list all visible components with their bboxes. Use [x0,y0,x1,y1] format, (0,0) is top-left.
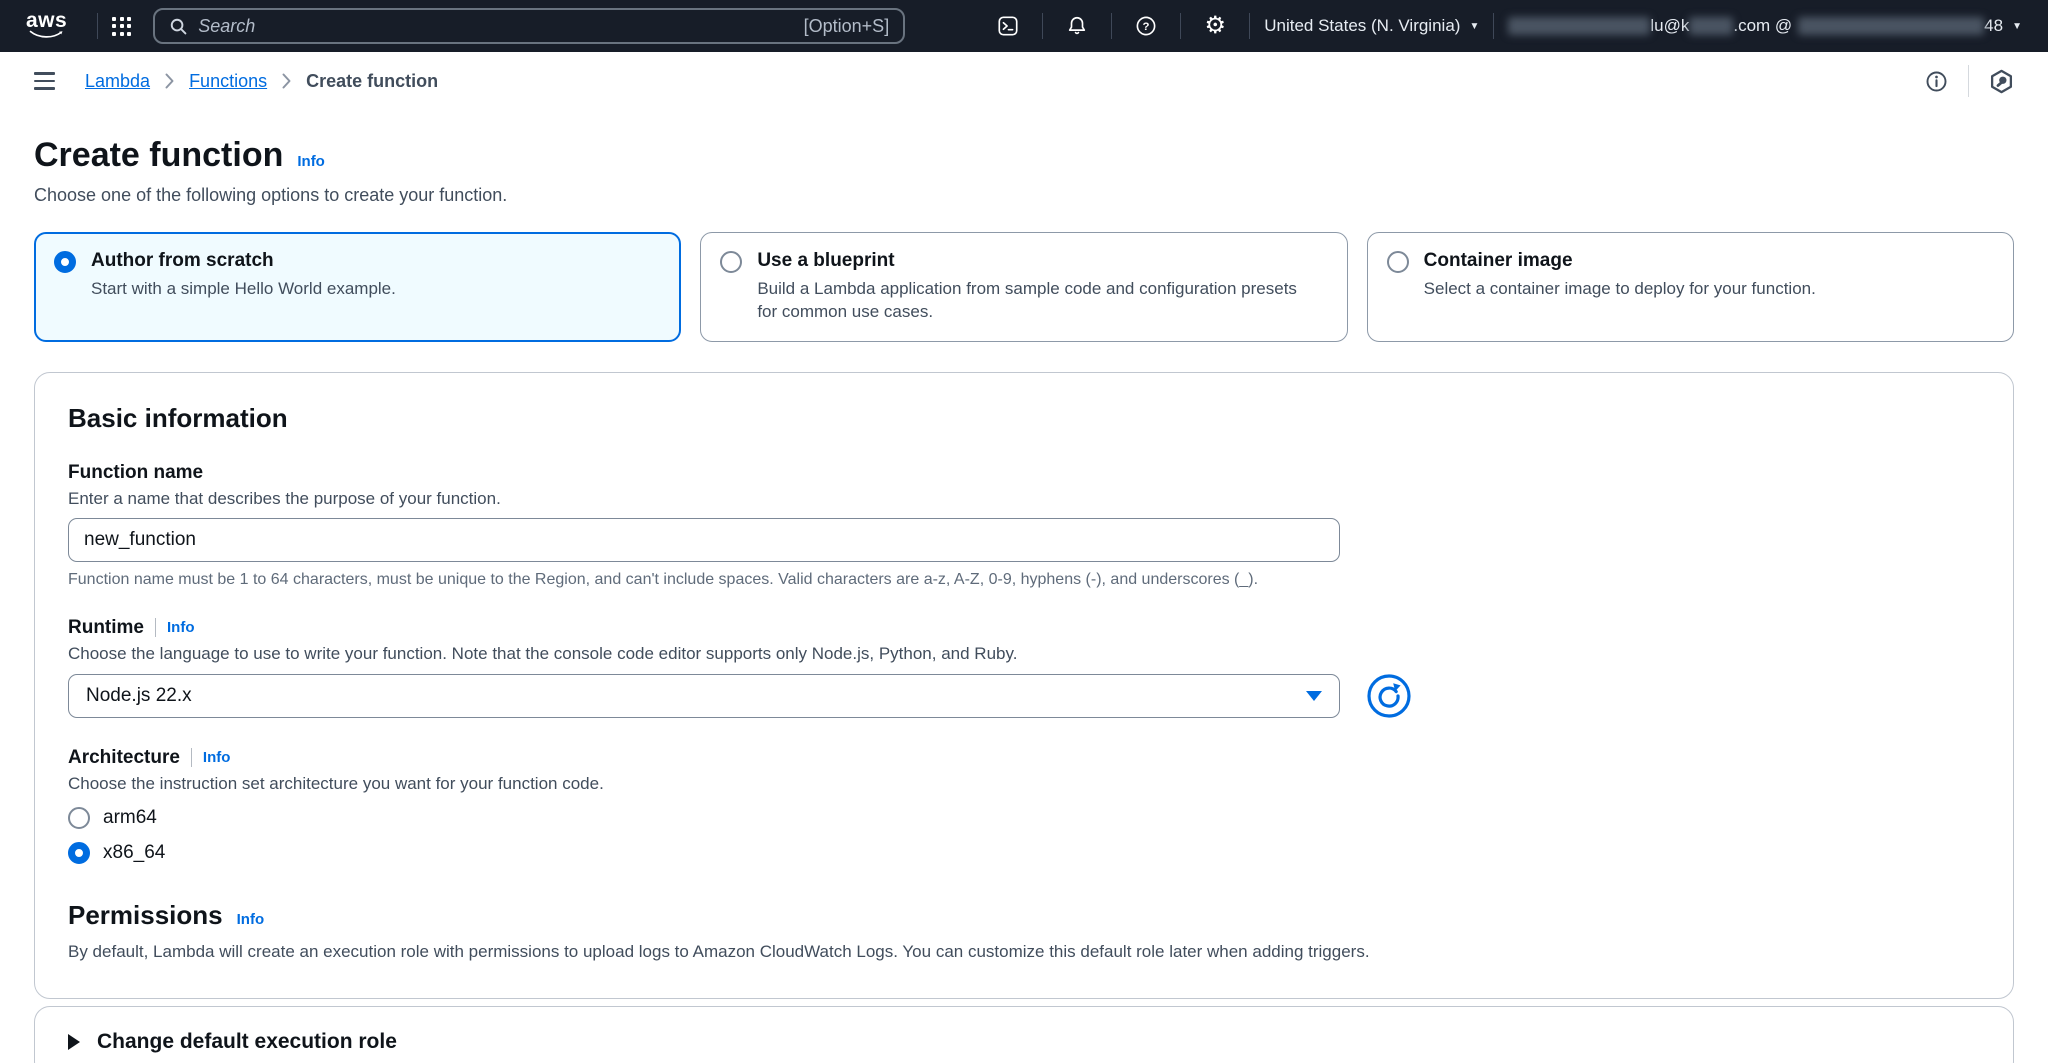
runtime-field: Runtime Info Choose the language to use … [68,617,1980,719]
tile-description: Start with a simple Hello World example. [91,278,396,301]
cloudshell-button[interactable] [988,8,1028,44]
runtime-select[interactable]: Node.js 22.x [68,674,1340,718]
aws-smile-icon [29,30,65,40]
chevron-right-icon [282,73,291,89]
architecture-info-link[interactable]: Info [203,749,231,766]
architecture-label: Architecture [68,747,180,769]
tile-label: Author from scratch [91,250,396,272]
region-label: United States (N. Virginia) [1264,16,1460,36]
divider [1968,65,1969,97]
function-name-constraint: Function name must be 1 to 64 characters… [68,571,1980,589]
info-circle-icon [1925,70,1948,93]
hamburger-menu-icon[interactable] [34,72,55,89]
services-grid-icon[interactable] [112,17,131,36]
refresh-runtimes-button[interactable] [1366,673,1412,719]
main-content: Create function Info Choose one of the f… [0,110,2048,1063]
expander-triangle-icon [68,1034,80,1050]
region-selector[interactable]: United States (N. Virginia) ▼ [1264,16,1479,36]
runtime-description: Choose the language to use to write your… [68,644,1980,664]
account-fragment: 48 [1984,16,2003,36]
permissions-info-link[interactable]: Info [237,911,265,928]
permissions-description: By default, Lambda will create an execut… [68,942,1980,962]
radio-x86-64-label: x86_64 [103,842,165,864]
chevron-down-icon: ▼ [1469,21,1479,32]
basic-information-card: Basic information Function name Enter a … [34,372,2014,999]
aws-logo[interactable]: aws [26,12,67,40]
tile-container-image[interactable]: Container image Select a container image… [1367,232,2014,342]
function-name-description: Enter a name that describes the purpose … [68,489,1980,509]
page-subtitle: Choose one of the following options to c… [34,185,2014,206]
runtime-selected-value: Node.js 22.x [86,685,192,707]
divider [191,748,192,767]
radio-unselected-icon[interactable] [720,251,742,273]
select-caret-icon [1306,691,1322,701]
function-name-field: Function name Enter a name that describe… [68,462,1980,589]
runtime-label: Runtime [68,617,144,639]
breadcrumb-lambda[interactable]: Lambda [85,71,150,92]
radio-unselected-icon[interactable] [68,807,90,829]
basic-information-title: Basic information [68,403,1980,434]
account-menu[interactable]: lu@k .com @ 48 ▼ [1508,16,2022,36]
breadcrumb-functions[interactable]: Functions [189,71,267,92]
radio-unselected-icon[interactable] [1387,251,1409,273]
page-title: Create function [34,136,283,175]
permissions-title: Permissions [68,900,223,931]
account-redacted-block [1798,17,1984,35]
help-icon: ? [1135,15,1157,37]
aws-logo-text: aws [26,12,67,30]
search-input[interactable] [198,16,803,37]
settings-button[interactable]: ⚙ [1195,8,1235,44]
search-shortcut-hint: [Option+S] [804,16,890,37]
search-icon [169,17,188,36]
top-navigation: aws [Option+S] [0,0,2048,52]
breadcrumb-bar: Lambda Functions Create function [0,52,2048,110]
radio-arm64-label: arm64 [103,807,157,829]
tile-label: Use a blueprint [757,250,1317,272]
account-fragment: lu@k [1650,16,1689,36]
cloudshell-terminal-icon [997,15,1019,37]
breadcrumb-current: Create function [306,71,438,92]
expander-label: Change default execution role [97,1030,397,1054]
function-name-input[interactable] [68,518,1340,562]
notifications-button[interactable] [1057,8,1097,44]
runtime-info-link[interactable]: Info [167,619,195,636]
divider [155,618,156,637]
permissions-section: Permissions Info By default, Lambda will… [68,900,1980,962]
change-default-execution-role-expander[interactable]: Change default execution role [34,1006,2014,1063]
creation-option-tiles: Author from scratch Start with a simple … [34,232,2014,342]
function-name-label: Function name [68,462,203,484]
amazon-q-icon [1989,69,2014,94]
chevron-down-icon: ▼ [2012,21,2022,32]
radio-arm64[interactable]: arm64 [68,807,1980,829]
gear-icon: ⚙ [1204,14,1226,38]
tile-author-from-scratch[interactable]: Author from scratch Start with a simple … [34,232,681,342]
radio-selected-icon[interactable] [68,842,90,864]
help-button[interactable]: ? [1126,8,1166,44]
page-info-link[interactable]: Info [297,153,325,170]
account-fragment: .com @ [1733,16,1792,36]
tile-label: Container image [1424,250,1816,272]
global-search[interactable]: [Option+S] [153,8,905,44]
bell-icon [1066,15,1088,37]
nav-divider [97,13,98,39]
radio-selected-icon[interactable] [54,251,76,273]
account-redacted-block [1508,17,1650,35]
svg-text:?: ? [1143,21,1150,33]
refresh-icon [1366,673,1412,719]
tile-description: Build a Lambda application from sample c… [757,278,1317,324]
info-panel-button[interactable] [1925,70,1948,93]
tile-description: Select a container image to deploy for y… [1424,278,1816,301]
amazon-q-button[interactable] [1989,69,2014,94]
tile-use-a-blueprint[interactable]: Use a blueprint Build a Lambda applicati… [700,232,1347,342]
architecture-description: Choose the instruction set architecture … [68,774,1980,794]
account-redacted-block [1689,17,1733,35]
chevron-right-icon [165,73,174,89]
architecture-field: Architecture Info Choose the instruction… [68,747,1980,864]
radio-x86-64[interactable]: x86_64 [68,842,1980,864]
